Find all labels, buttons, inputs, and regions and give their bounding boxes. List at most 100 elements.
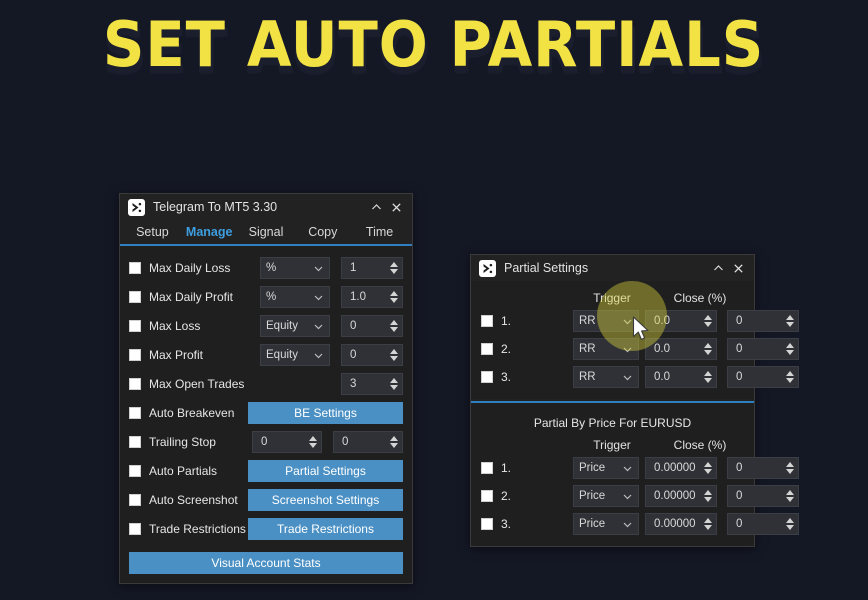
stepper-rr-trigger-1[interactable]: 0.0 (645, 310, 717, 332)
checkbox-auto-screenshot[interactable] (129, 494, 141, 506)
label-auto-screenshot: Auto Screenshot (149, 493, 238, 507)
stepper-arrows-icon[interactable] (786, 490, 794, 502)
stepper-max-daily-loss[interactable]: 1 (341, 257, 403, 279)
be-settings-button[interactable]: BE Settings (248, 402, 403, 424)
stepper-rr-close-1[interactable]: 0 (727, 310, 799, 332)
stepper-arrows-icon[interactable] (786, 343, 794, 355)
stepper-arrows-icon[interactable] (704, 343, 712, 355)
select-price-type-3[interactable]: Price (573, 513, 639, 535)
stepper-value: 0 (736, 518, 743, 530)
checkbox-rr-3[interactable] (481, 371, 493, 383)
select-price-type-1[interactable]: Price (573, 457, 639, 479)
stepper-arrows-icon[interactable] (786, 371, 794, 383)
stepper-max-daily-profit[interactable]: 1.0 (341, 286, 403, 308)
stepper-max-open-trades[interactable]: 3 (341, 373, 403, 395)
checkbox-price-1[interactable] (481, 462, 493, 474)
checkbox-price-2[interactable] (481, 490, 493, 502)
stepper-arrows-icon[interactable] (704, 371, 712, 383)
stepper-arrows-icon[interactable] (390, 262, 398, 274)
stepper-arrows-icon[interactable] (786, 518, 794, 530)
stepper-arrows-icon[interactable] (390, 291, 398, 303)
select-rr-type-2[interactable]: RR (573, 338, 639, 360)
close-icon[interactable] (728, 258, 748, 278)
stepper-rr-close-3[interactable]: 0 (727, 366, 799, 388)
stepper-arrows-icon[interactable] (390, 378, 398, 390)
stepper-arrows-icon[interactable] (704, 490, 712, 502)
stepper-arrows-icon[interactable] (309, 436, 317, 448)
stepper-arrows-icon[interactable] (390, 349, 398, 361)
select-price-type-2[interactable]: Price (573, 485, 639, 507)
select-max-daily-loss-unit[interactable]: % (260, 257, 330, 279)
checkbox-rr-2[interactable] (481, 343, 493, 355)
tab-manage[interactable]: Manage (181, 219, 238, 245)
stepper-arrows-icon[interactable] (786, 315, 794, 327)
checkbox-price-3[interactable] (481, 518, 493, 530)
stepper-price-trigger-2[interactable]: 0.00000 (645, 485, 717, 507)
checkbox-auto-breakeven[interactable] (129, 407, 141, 419)
partial-settings-button[interactable]: Partial Settings (248, 460, 403, 482)
header-trigger: Trigger (593, 291, 631, 305)
checkbox-max-daily-loss[interactable] (129, 262, 141, 274)
stepper-arrows-icon[interactable] (704, 462, 712, 474)
price-row-number: 2. (501, 489, 512, 503)
stepper-price-close-3[interactable]: 0 (727, 513, 799, 535)
stepper-price-close-2[interactable]: 0 (727, 485, 799, 507)
checkbox-trade-restrictions[interactable] (129, 523, 141, 535)
checkbox-auto-partials[interactable] (129, 465, 141, 477)
stepper-price-close-1[interactable]: 0 (727, 457, 799, 479)
tab-copy[interactable]: Copy (294, 219, 351, 245)
chevron-up-icon[interactable] (366, 197, 386, 217)
chevron-down-icon (313, 292, 324, 303)
rr-row-number: 3. (501, 370, 512, 384)
stepper-max-profit[interactable]: 0 (341, 344, 403, 366)
price-row-1: 1. Price 0.00000 0 (481, 454, 799, 482)
checkbox-max-daily-profit[interactable] (129, 291, 141, 303)
stepper-max-loss[interactable]: 0 (341, 315, 403, 337)
stepper-price-trigger-3[interactable]: 0.00000 (645, 513, 717, 535)
stepper-arrows-icon[interactable] (786, 462, 794, 474)
screenshot-settings-button[interactable]: Screenshot Settings (248, 489, 403, 511)
stepper-rr-trigger-3[interactable]: 0.0 (645, 366, 717, 388)
row-max-loss: Max Loss Equity 0 (129, 312, 403, 340)
stepper-arrows-icon[interactable] (390, 320, 398, 332)
select-max-daily-profit-unit[interactable]: % (260, 286, 330, 308)
checkbox-max-loss[interactable] (129, 320, 141, 332)
row-trade-restrictions: Trade Restrictions Trade Restrictions (129, 515, 403, 543)
stepper-price-trigger-1[interactable]: 0.00000 (645, 457, 717, 479)
stepper-trailing-stop-2[interactable]: 0 (333, 431, 403, 453)
tab-setup[interactable]: Setup (124, 219, 181, 245)
visual-account-stats-button[interactable]: Visual Account Stats (129, 552, 403, 574)
manage-titlebar[interactable]: Telegram To MT5 3.30 (120, 194, 412, 220)
stepper-rr-trigger-2[interactable]: 0.0 (645, 338, 717, 360)
partial-titlebar[interactable]: Partial Settings (471, 255, 754, 281)
tab-signal[interactable]: Signal (238, 219, 295, 245)
select-rr-type-1[interactable]: RR (573, 310, 639, 332)
label-max-daily-profit: Max Daily Profit (149, 290, 234, 304)
select-max-loss-unit[interactable]: Equity (260, 315, 330, 337)
checkbox-trailing-stop[interactable] (129, 436, 141, 448)
tab-time[interactable]: Time (351, 219, 408, 245)
stepper-arrows-icon[interactable] (704, 315, 712, 327)
close-icon[interactable] (386, 197, 406, 217)
checkbox-max-profit[interactable] (129, 349, 141, 361)
checkbox-rr-1[interactable] (481, 315, 493, 327)
trade-restrictions-button[interactable]: Trade Restrictions (248, 518, 403, 540)
select-rr-type-3[interactable]: RR (573, 366, 639, 388)
partial-window-title: Partial Settings (504, 261, 589, 275)
chevron-down-icon (622, 519, 633, 530)
stepper-arrows-icon[interactable] (390, 436, 398, 448)
stepper-value: 0 (736, 343, 743, 355)
select-value: RR (579, 343, 596, 355)
rr-row-number: 1. (501, 314, 512, 328)
select-max-profit-unit[interactable]: Equity (260, 344, 330, 366)
stepper-trailing-stop-1[interactable]: 0 (252, 431, 322, 453)
stepper-value: 0 (350, 349, 357, 361)
price-header-row: Trigger Close (%) (481, 434, 744, 454)
checkbox-max-open-trades[interactable] (129, 378, 141, 390)
stepper-rr-close-2[interactable]: 0 (727, 338, 799, 360)
stepper-arrows-icon[interactable] (704, 518, 712, 530)
stepper-value: 0 (261, 436, 268, 448)
chevron-up-icon[interactable] (708, 258, 728, 278)
chevron-down-icon (622, 491, 633, 502)
